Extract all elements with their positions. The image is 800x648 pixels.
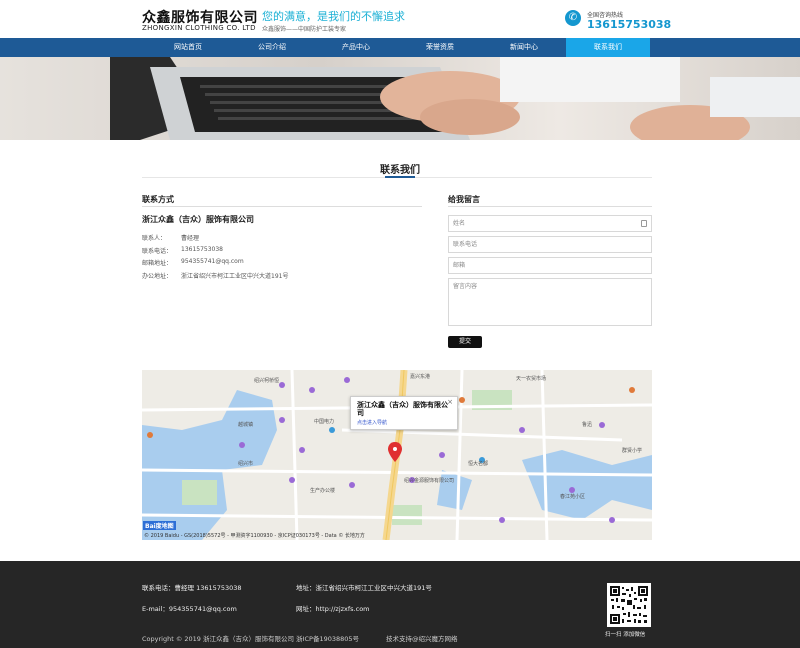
map-label: 越城镇 <box>238 421 253 428</box>
slogan: 您的满意，是我们的不懈追求 <box>262 10 405 23</box>
form-divider <box>448 206 652 207</box>
contact-phone-value: 13615753038 <box>181 246 223 253</box>
wechat-qr-code <box>607 583 651 627</box>
map-info-window[interactable]: 浙江众鑫（吉众）服饰有限公司 点击进入导航 × <box>350 396 458 430</box>
contact-heading: 联系方式 <box>142 195 174 204</box>
page-title: 联系我们 <box>380 165 420 176</box>
nav-item-products[interactable]: 产品中心 <box>314 38 398 57</box>
phone-input[interactable]: 联系电话 <box>448 236 652 253</box>
phone-placeholder: 联系电话 <box>453 241 478 248</box>
footer-email: E-mail：954355741@qq.com <box>142 605 237 613</box>
map-label: 恒大名都 <box>468 460 488 467</box>
map-label: 绍兴金源服饰有限公司 <box>404 477 454 484</box>
message-textarea[interactable]: 留言内容 <box>448 278 652 326</box>
hero-banner <box>0 57 800 140</box>
contact-person-label: 联系人： <box>142 235 167 242</box>
footer-support[interactable]: 技术支持@绍兴魔方网络 <box>386 633 458 643</box>
phone-icon: ✆ <box>565 10 581 26</box>
map-label: 生产办公楼 <box>310 487 335 494</box>
footer-website[interactable]: 网址：http://zjzxfs.com <box>296 603 370 613</box>
logo-subtitle: ZHONGXIN CLOTHING CO. LTD <box>142 24 256 32</box>
footer-address: 地址：浙江省绍兴市柯江工业区中兴大道191号 <box>296 584 432 592</box>
map-label: 天一农贸市场 <box>516 375 546 382</box>
contact-phone-label: 联系电话： <box>142 248 173 255</box>
sub-slogan: 众鑫服饰——中国防护工装专家 <box>262 26 347 33</box>
map-label: 绍兴柯桥恒 <box>254 377 279 384</box>
baidu-map-logo[interactable]: Bai度地图 <box>143 521 176 530</box>
title-underline <box>385 176 415 178</box>
contact-divider <box>142 206 422 207</box>
nav-item-news[interactable]: 新闻中心 <box>482 38 566 57</box>
contact-email-label: 邮箱地址： <box>142 260 173 267</box>
form-heading: 给我留言 <box>448 195 480 204</box>
autofill-icon[interactable] <box>641 220 647 227</box>
map-label: 绍兴市 <box>238 460 253 467</box>
map-label: 中国电力 <box>314 418 334 425</box>
map-popup-title: 浙江众鑫（吉众）服饰有限公司 <box>357 401 448 417</box>
map-label: 群贤小学 <box>622 447 642 454</box>
map-label: 鲁迅 <box>582 421 592 428</box>
nav-item-contact[interactable]: 联系我们 <box>566 38 650 57</box>
contact-person-value: 曹经理 <box>181 235 200 242</box>
map-label: 春江苑小区 <box>560 493 585 500</box>
close-icon[interactable]: × <box>447 398 453 406</box>
message-placeholder: 留言内容 <box>453 283 478 290</box>
hotline-phone: 13615753038 <box>587 18 672 31</box>
footer-phone: 联系电话：曹经理 13615753038 <box>142 584 242 592</box>
contact-address-label: 办公地址： <box>142 273 173 280</box>
email-input[interactable]: 邮箱 <box>448 257 652 274</box>
nav-item-home[interactable]: 网站首页 <box>146 38 230 57</box>
name-placeholder: 姓名 <box>453 220 466 227</box>
main-nav: 网站首页 公司介绍 产品中心 荣誉资质 新闻中心 联系我们 <box>0 38 800 57</box>
contact-address-value: 浙江省绍兴市柯江工业区中兴大道191号 <box>181 273 289 280</box>
site-header: 众鑫服饰有限公司 ZHONGXIN CLOTHING CO. LTD 您的满意，… <box>0 0 800 38</box>
submit-button[interactable]: 提交 <box>448 336 482 348</box>
email-placeholder: 邮箱 <box>453 262 466 269</box>
contact-email-value: 954355741@qq.com <box>181 258 244 265</box>
nav-item-honors[interactable]: 荣誉资质 <box>398 38 482 57</box>
qr-caption: 扫一扫 添加微信 <box>605 632 646 638</box>
company-name: 浙江众鑫（吉众）服饰有限公司 <box>142 215 254 224</box>
nav-item-about[interactable]: 公司介绍 <box>230 38 314 57</box>
hands-image <box>380 57 800 140</box>
map-label: 嘉兴东港 <box>410 373 430 380</box>
name-input[interactable]: 姓名 <box>448 215 652 232</box>
navigation-link[interactable]: 点击进入导航 <box>357 419 387 426</box>
map-copyright: © 2019 Baidu - GS(2018)5572号 - 甲测资字11009… <box>144 533 365 539</box>
footer-copyright: Copyright © 2019 浙江众鑫（吉众）服饰有限公司 浙ICP备190… <box>142 635 360 643</box>
qr-code-image <box>609 585 649 625</box>
